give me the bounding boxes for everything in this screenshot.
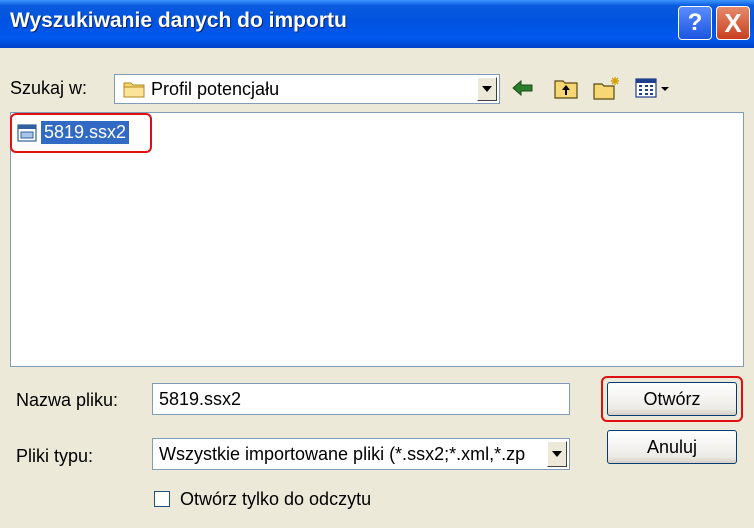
chevron-down-icon [552, 451, 562, 457]
filetype-select[interactable]: Wszystkie importowane pliki (*.ssx2;*.xm… [152, 438, 570, 470]
lookin-combo[interactable]: Profil potencjału [114, 74, 500, 104]
lookin-dropdown-arrow[interactable] [477, 77, 497, 101]
up-folder-icon [554, 80, 578, 99]
lookin-value: Profil potencjału [151, 79, 280, 99]
close-button[interactable]: X [716, 6, 750, 40]
filetype-value: Wszystkie importowane pliki (*.ssx2;*.xm… [159, 444, 526, 464]
new-folder-button[interactable] [590, 74, 624, 102]
new-folder-icon [593, 77, 619, 100]
file-icon [17, 123, 37, 142]
readonly-checkbox[interactable] [154, 491, 170, 507]
file-name: 5819.ssx2 [41, 121, 130, 144]
back-button[interactable] [508, 74, 538, 102]
chevron-down-icon [482, 86, 492, 92]
list-item[interactable]: 5819.ssx2 [17, 121, 130, 144]
file-list[interactable]: 5819.ssx2 [10, 112, 744, 367]
up-folder-button[interactable] [550, 74, 582, 102]
filetype-label: Pliki typu: [16, 446, 94, 466]
filetype-dropdown-arrow[interactable] [547, 441, 567, 467]
title-bar[interactable]: Wyszukiwanie danych do importu ? X [0, 0, 754, 48]
folder-icon [123, 82, 145, 98]
filename-label: Nazwa pliku: [16, 390, 119, 410]
open-button[interactable]: Otwórz [607, 382, 737, 416]
help-button[interactable]: ? [678, 6, 712, 40]
back-arrow-icon [512, 79, 533, 97]
cancel-button[interactable]: Anuluj [607, 430, 737, 464]
import-dialog: Wyszukiwanie danych do importu ? X Szuka… [0, 0, 754, 528]
views-menu-icon [635, 78, 669, 98]
filename-input[interactable]: 5819.ssx2 [152, 383, 570, 415]
views-menu-button[interactable] [632, 74, 676, 102]
lookin-label: Szukaj w: [10, 78, 88, 98]
readonly-label[interactable]: Otwórz tylko do odczytu [180, 489, 371, 510]
help-icon: ? [687, 9, 703, 36]
window-title: Wyszukiwanie danych do importu [10, 9, 347, 32]
close-icon: X [724, 7, 742, 38]
